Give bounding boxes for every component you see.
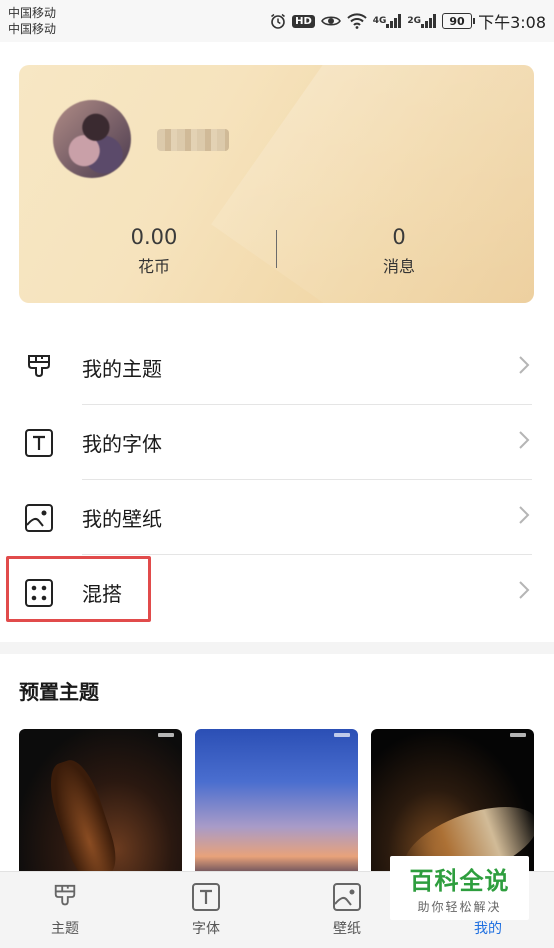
wifi-icon <box>347 13 367 29</box>
wallpaper-icon <box>332 882 362 912</box>
messages-value: 0 <box>392 225 406 249</box>
tab-themes[interactable]: 主题 <box>20 872 110 948</box>
menu-item-my-themes[interactable]: 我的主题 <box>0 330 554 405</box>
eye-icon <box>320 14 341 28</box>
highlight-box <box>6 556 151 622</box>
status-bar-mini <box>510 733 526 737</box>
coins-label: 花币 <box>137 257 170 276</box>
preset-themes-section: 预置主题 <box>0 654 554 879</box>
menu-item-label: 我的主题 <box>82 357 162 381</box>
network-type-2: 2G <box>407 16 422 26</box>
status-icons: HD 4G 2G 90 下午3:08 <box>270 9 546 33</box>
profile-card[interactable]: 0.00 花币 0 消息 <box>19 65 534 303</box>
violin-image <box>41 754 123 879</box>
alarm-icon <box>270 13 286 29</box>
signal-icon: 2G <box>407 14 437 28</box>
tab-label: 字体 <box>192 921 220 937</box>
menu-item-label: 我的字体 <box>82 432 162 456</box>
network-type-1: 4G <box>372 16 387 26</box>
coins-stat[interactable]: 0.00 花币 <box>74 225 234 277</box>
tab-label: 主题 <box>51 921 79 937</box>
username-blurred <box>157 129 229 151</box>
chevron-right-icon <box>518 580 530 606</box>
watermark-title: 百科全说 <box>409 867 510 895</box>
carrier-2: 中国移动 <box>8 22 57 36</box>
main-content: 0.00 花币 0 消息 我的主题 我的字体 我的壁纸 混搭 <box>0 42 554 642</box>
battery-icon: 90 <box>442 13 476 29</box>
status-bar-mini <box>334 733 350 737</box>
section-title: 预置主题 <box>19 680 99 704</box>
tab-label: 我的 <box>474 921 502 937</box>
signal-icon: 4G <box>373 14 402 28</box>
brush-icon <box>24 353 54 383</box>
brush-icon <box>50 882 80 912</box>
watermark-subtitle: 助你轻松解决 <box>417 900 502 914</box>
font-icon <box>191 882 221 912</box>
chevron-right-icon <box>518 355 530 381</box>
tab-wallpapers[interactable]: 壁纸 <box>302 872 392 948</box>
carrier-1: 中国移动 <box>8 6 57 20</box>
font-icon <box>24 428 54 458</box>
clock: 下午3:08 <box>478 13 546 32</box>
chevron-right-icon <box>518 430 530 456</box>
theme-thumbnail[interactable] <box>19 729 182 879</box>
wallpaper-icon <box>24 503 54 533</box>
theme-thumbnail[interactable] <box>195 729 358 879</box>
menu-item-my-fonts[interactable]: 我的字体 <box>0 405 554 480</box>
messages-stat[interactable]: 0 消息 <box>319 225 479 277</box>
status-bar-mini <box>158 733 174 737</box>
hd-icon: HD <box>292 14 315 28</box>
tab-label: 壁纸 <box>333 921 361 937</box>
menu-item-my-wallpapers[interactable]: 我的壁纸 <box>0 480 554 555</box>
messages-label: 消息 <box>382 257 415 276</box>
tab-fonts[interactable]: 字体 <box>161 872 251 948</box>
chevron-right-icon <box>518 505 530 531</box>
menu-item-label: 我的壁纸 <box>82 507 162 531</box>
coins-value: 0.00 <box>130 225 178 249</box>
stat-divider <box>276 230 277 268</box>
avatar[interactable] <box>53 100 131 178</box>
watermark-logo: 百科全说 助你轻松解决 <box>390 856 529 920</box>
carrier-info: 中国移动 中国移动 <box>8 5 56 37</box>
status-bar: 中国移动 中国移动 HD 4G 2G 90 下午3:08 <box>0 0 554 42</box>
